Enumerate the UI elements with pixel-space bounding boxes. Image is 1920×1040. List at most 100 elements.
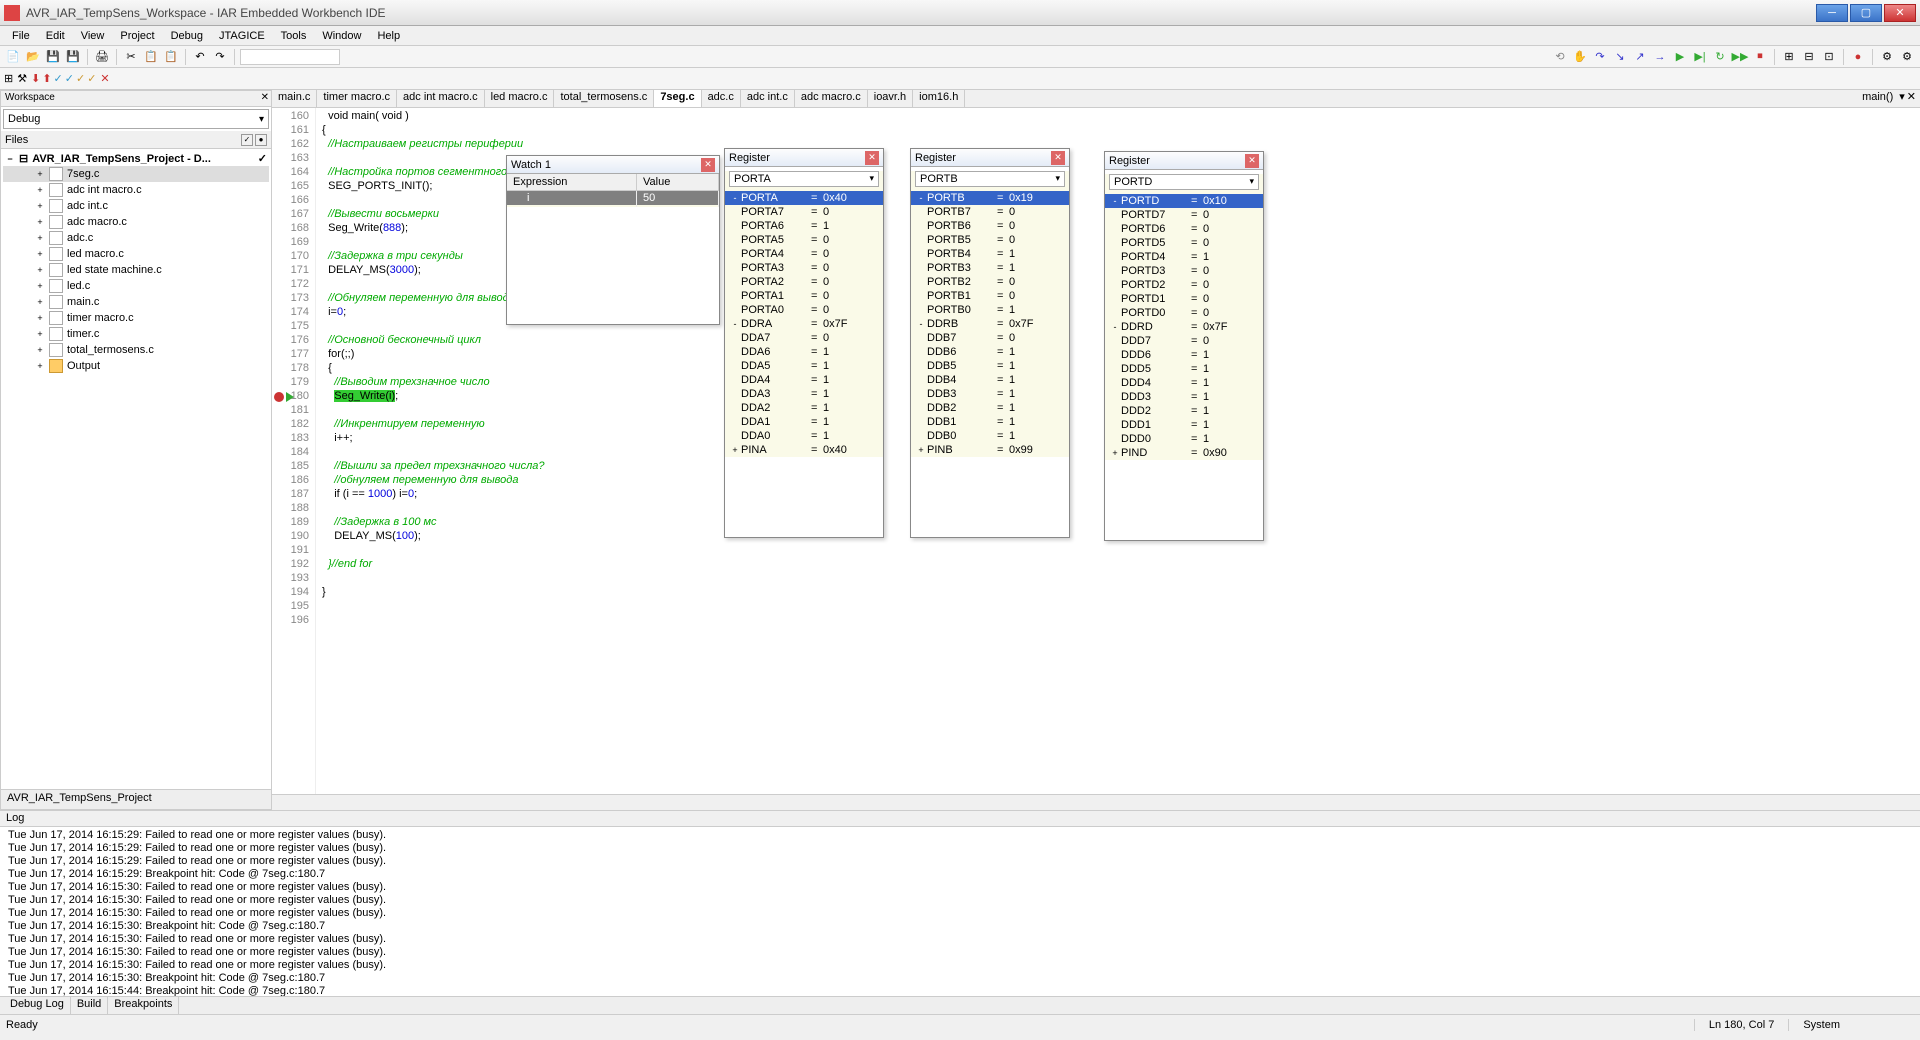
editor-tab[interactable]: timer macro.c <box>317 90 397 107</box>
maximize-button[interactable]: ▢ <box>1850 4 1882 22</box>
register-row[interactable]: DDB2=1 <box>911 401 1069 415</box>
editor-tab[interactable]: adc int macro.c <box>397 90 485 107</box>
watch-col-value[interactable]: Value <box>637 174 719 190</box>
new-icon[interactable]: 📄 <box>4 48 22 66</box>
register-window-a[interactable]: Register✕ PORTA -PORTA=0x40 PORTA7=0 POR… <box>724 148 884 538</box>
tab-close-icon[interactable]: ✕ <box>1907 90 1916 103</box>
cut-icon[interactable]: ✂ <box>122 48 140 66</box>
combo-dropdown-icon[interactable]: ▾ <box>1899 90 1905 103</box>
tb2-icon1[interactable]: ⊞ <box>4 72 13 85</box>
debug-tool3-icon[interactable]: ⊡ <box>1820 48 1838 66</box>
debug-stepout-icon[interactable]: ↗ <box>1631 48 1649 66</box>
tb2-icon5[interactable]: ✓ <box>54 72 63 85</box>
tree-item[interactable]: +timer.c <box>3 326 269 342</box>
register-row[interactable]: PORTB4=1 <box>911 247 1069 261</box>
register-row[interactable]: DDB1=1 <box>911 415 1069 429</box>
undo-icon[interactable]: ↶ <box>191 48 209 66</box>
close-button[interactable]: ✕ <box>1884 4 1916 22</box>
debug-tool1-icon[interactable]: ⊞ <box>1780 48 1798 66</box>
editor-tab[interactable]: adc int.c <box>741 90 795 107</box>
debug-reset-icon[interactable]: ⟲ <box>1551 48 1569 66</box>
register-row[interactable]: DDA2=1 <box>725 401 883 415</box>
log-tab[interactable]: Breakpoints <box>108 997 179 1014</box>
register-row[interactable]: DDA7=0 <box>725 331 883 345</box>
watch-row[interactable] <box>507 205 719 207</box>
register-row[interactable]: -DDRD=0x7F <box>1105 320 1263 334</box>
tb2-icon4[interactable]: ⬆ <box>42 72 51 85</box>
register-row[interactable]: PORTB5=0 <box>911 233 1069 247</box>
editor-tab[interactable]: 7seg.c <box>654 90 701 107</box>
tb2-icon6[interactable]: ✓ <box>65 72 74 85</box>
redo-icon[interactable]: ↷ <box>211 48 229 66</box>
menu-view[interactable]: View <box>73 28 113 44</box>
register-row[interactable]: -PORTD=0x10 <box>1105 194 1263 208</box>
open-icon[interactable]: 📂 <box>24 48 42 66</box>
menu-window[interactable]: Window <box>314 28 369 44</box>
tb2-icon8[interactable]: ✓ <box>87 72 96 85</box>
menu-project[interactable]: Project <box>112 28 162 44</box>
tree-item[interactable]: +7seg.c <box>3 166 269 182</box>
log-tab[interactable]: Debug Log <box>4 997 71 1014</box>
saveall-icon[interactable]: 💾 <box>64 48 82 66</box>
editor-tab[interactable]: led macro.c <box>485 90 555 107</box>
register-row[interactable]: +PINA=0x40 <box>725 443 883 457</box>
register-row[interactable]: -PORTB=0x19 <box>911 191 1069 205</box>
register-row[interactable]: DDB6=1 <box>911 345 1069 359</box>
tree-item[interactable]: +adc macro.c <box>3 214 269 230</box>
register-row[interactable]: PORTD6=0 <box>1105 222 1263 236</box>
register-row[interactable]: DDA6=1 <box>725 345 883 359</box>
tree-item[interactable]: +led state machine.c <box>3 262 269 278</box>
register-row[interactable]: +PINB=0x99 <box>911 443 1069 457</box>
tb2-icon7[interactable]: ✓ <box>76 72 85 85</box>
close-icon[interactable]: ✕ <box>865 151 879 165</box>
register-row[interactable]: PORTB7=0 <box>911 205 1069 219</box>
register-row[interactable]: DDB3=1 <box>911 387 1069 401</box>
menu-edit[interactable]: Edit <box>38 28 73 44</box>
register-row[interactable]: DDB4=1 <box>911 373 1069 387</box>
register-window-b[interactable]: Register✕ PORTB -PORTB=0x19 PORTB7=0 POR… <box>910 148 1070 538</box>
register-row[interactable]: PORTA6=1 <box>725 219 883 233</box>
register-row[interactable]: DDB5=1 <box>911 359 1069 373</box>
register-row[interactable]: DDD6=1 <box>1105 348 1263 362</box>
register-row[interactable]: PORTD3=0 <box>1105 264 1263 278</box>
tree-item[interactable]: +main.c <box>3 294 269 310</box>
project-root[interactable]: −⊟AVR_IAR_TempSens_Project - D...✓ <box>3 151 269 166</box>
close-icon[interactable]: ✕ <box>701 158 715 172</box>
register-row[interactable]: -DDRB=0x7F <box>911 317 1069 331</box>
register-row[interactable]: PORTD1=0 <box>1105 292 1263 306</box>
editor-tab[interactable]: ioavr.h <box>868 90 913 107</box>
horizontal-scrollbar[interactable] <box>272 794 1920 810</box>
menu-file[interactable]: File <box>4 28 38 44</box>
editor-tab[interactable]: total_termosens.c <box>554 90 654 107</box>
register-row[interactable]: PORTD2=0 <box>1105 278 1263 292</box>
register-row[interactable]: PORTA4=0 <box>725 247 883 261</box>
debug-stepover-icon[interactable]: ↷ <box>1591 48 1609 66</box>
editor-tab[interactable]: iom16.h <box>913 90 965 107</box>
register-combo[interactable]: PORTB <box>915 171 1065 187</box>
col-icon[interactable]: ✓ <box>241 134 253 146</box>
debug-misc1-icon[interactable]: ⚙ <box>1878 48 1896 66</box>
debug-misc2-icon[interactable]: ⚙ <box>1898 48 1916 66</box>
minimize-button[interactable]: ─ <box>1816 4 1848 22</box>
tree-item[interactable]: +Output <box>3 358 269 374</box>
register-row[interactable]: DDA5=1 <box>725 359 883 373</box>
register-row[interactable]: DDD1=1 <box>1105 418 1263 432</box>
debug-rec-icon[interactable]: ● <box>1849 48 1867 66</box>
register-row[interactable]: DDD5=1 <box>1105 362 1263 376</box>
log-body[interactable]: Tue Jun 17, 2014 16:15:29: Failed to rea… <box>0 827 1920 996</box>
tree-item[interactable]: +adc int.c <box>3 198 269 214</box>
register-window-d[interactable]: Register✕ PORTD -PORTD=0x10 PORTD7=0 POR… <box>1104 151 1264 541</box>
watch-window[interactable]: Watch 1✕ Expression Value i50 <box>506 155 720 325</box>
debug-tool2-icon[interactable]: ⊟ <box>1800 48 1818 66</box>
paste-icon[interactable]: 📋 <box>162 48 180 66</box>
watch-col-expression[interactable]: Expression <box>507 174 637 190</box>
menu-tools[interactable]: Tools <box>273 28 315 44</box>
register-row[interactable]: DDA4=1 <box>725 373 883 387</box>
workspace-close-icon[interactable]: ✕ <box>261 92 269 103</box>
close-icon[interactable]: ✕ <box>1051 151 1065 165</box>
register-row[interactable]: -PORTA=0x40 <box>725 191 883 205</box>
menu-jtagice[interactable]: JTAGICE <box>211 28 273 44</box>
workspace-tab[interactable]: AVR_IAR_TempSens_Project <box>1 789 271 809</box>
copy-icon[interactable]: 📋 <box>142 48 160 66</box>
register-row[interactable]: PORTA5=0 <box>725 233 883 247</box>
